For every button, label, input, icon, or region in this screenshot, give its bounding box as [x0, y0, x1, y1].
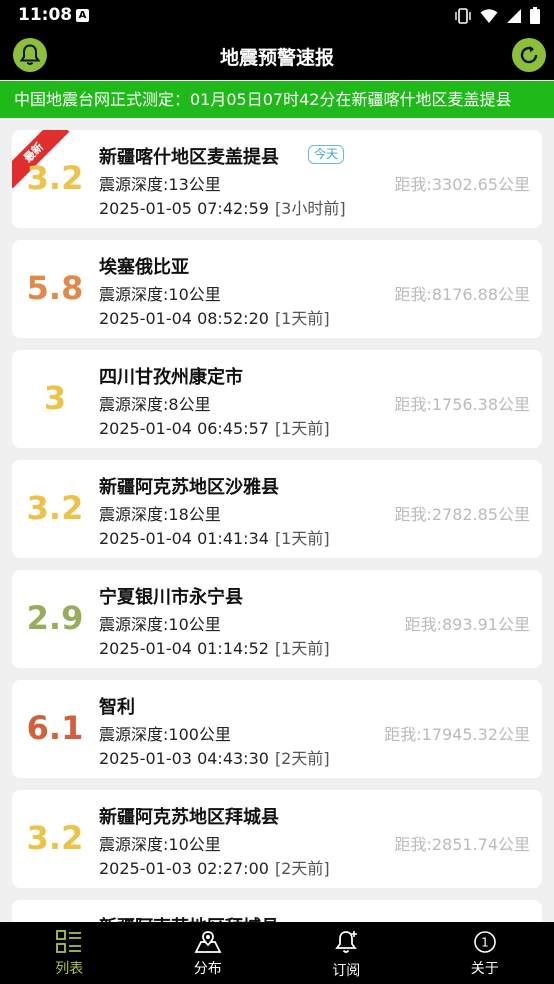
datetime: 2025-01-05 07:42:59	[99, 199, 269, 218]
datetime: 2025-01-04 06:45:57	[99, 419, 269, 438]
event-time: 2025-01-04 08:52:20 [1天前]	[99, 305, 330, 329]
distance: 距我:2851.74公里	[394, 835, 530, 854]
place-name: 宁夏银川市永宁县	[99, 587, 243, 608]
map-icon	[194, 931, 222, 953]
earthquake-card[interactable]: 6.1 智利 震源深度:100公里 2025-01-03 04:43:30 [2天…	[12, 680, 542, 778]
nav-label: 关于	[470, 961, 499, 977]
datetime: 2025-01-04 08:52:20	[99, 309, 269, 328]
battery-icon	[530, 7, 540, 24]
place-name: 新疆阿克苏地区拜城县	[99, 913, 279, 922]
nav-about[interactable]: 1 关于	[416, 922, 554, 984]
magnitude: 2.9	[26, 599, 84, 637]
wifi-icon	[480, 8, 498, 23]
distance: 距我:893.91公里	[404, 615, 530, 634]
relative-time: [1天前]	[274, 309, 330, 328]
earthquake-card[interactable]: 5.8 埃塞俄比亚 震源深度:10公里 2025-01-04 08:52:20 […	[12, 240, 542, 338]
nav-label: 列表	[55, 961, 84, 977]
list-icon	[56, 930, 82, 953]
event-time: 2025-01-03 04:43:30 [2天前]	[99, 745, 330, 769]
nav-list[interactable]: 列表	[0, 922, 139, 984]
relative-time: [1天前]	[274, 529, 330, 548]
depth: 震源深度:10公里	[99, 285, 221, 304]
page-title: 地震预警速报	[219, 47, 334, 69]
place-name: 埃塞俄比亚	[99, 257, 189, 278]
vibrate-icon	[455, 7, 471, 24]
depth: 震源深度:100公里	[99, 725, 231, 744]
earthquake-list[interactable]: 最新 3.2 新疆喀什地区麦盖提县 今天 震源深度:13公里 2025-01-0…	[0, 118, 554, 922]
notification-icon: A	[76, 9, 89, 22]
refresh-icon	[520, 46, 538, 64]
place-name: 新疆喀什地区麦盖提县	[99, 147, 279, 168]
distance: 距我:1756.38公里	[394, 395, 530, 414]
earthquake-card[interactable]: 3 四川甘孜州康定市 震源深度:8公里 2025-01-04 06:45:57 […	[12, 350, 542, 448]
place-name: 智利	[99, 697, 135, 718]
magnitude: 6.1	[26, 709, 84, 747]
relative-time: [2天前]	[274, 859, 330, 878]
relative-time: [1天前]	[274, 639, 330, 658]
depth: 震源深度:10公里	[99, 615, 221, 634]
event-time: 2025-01-04 01:41:34 [1天前]	[99, 525, 330, 549]
place-name: 新疆阿克苏地区沙雅县	[99, 477, 279, 498]
relative-time: [2天前]	[274, 749, 330, 768]
magnitude: 3.2	[26, 819, 84, 857]
distance: 距我:8176.88公里	[394, 285, 530, 304]
magnitude: 3.2	[26, 159, 84, 197]
svg-text:1: 1	[481, 936, 489, 950]
bell-add-icon	[335, 931, 358, 953]
place-name: 四川甘孜州康定市	[99, 367, 243, 388]
today-badge: 今天	[308, 145, 345, 164]
status-icons	[454, 7, 540, 24]
info-icon: 1	[473, 931, 496, 953]
earthquake-card[interactable]: 3.2 新疆阿克苏地区拜城县 震源深度:10公里 2025-01-03 02:2…	[12, 790, 542, 888]
magnitude: 3.2	[26, 489, 84, 527]
datetime: 2025-01-03 02:27:00	[99, 859, 269, 878]
signal-icon	[507, 8, 521, 23]
datetime: 2025-01-04 01:14:52	[99, 639, 269, 658]
distance: 距我:2782.85公里	[394, 505, 530, 524]
earthquake-card[interactable]: 新疆阿克苏地区拜城县	[12, 900, 542, 922]
status-time: 11:08	[18, 5, 73, 25]
nav-subscribe[interactable]: 订阅	[277, 922, 416, 984]
earthquake-card[interactable]: 2.9 宁夏银川市永宁县 震源深度:10公里 2025-01-04 01:14:…	[12, 570, 542, 668]
distance: 距我:17945.32公里	[384, 725, 530, 744]
event-time: 2025-01-04 06:45:57 [1天前]	[99, 415, 330, 439]
earthquake-card[interactable]: 3.2 新疆阿克苏地区沙雅县 震源深度:18公里 2025-01-04 01:4…	[12, 460, 542, 558]
refresh-button[interactable]	[512, 38, 546, 72]
app-bar: 地震预警速报	[0, 32, 554, 80]
depth: 震源深度:8公里	[99, 395, 211, 414]
status-bar: 11:08 A	[0, 0, 554, 32]
earthquake-card[interactable]: 最新 3.2 新疆喀什地区麦盖提县 今天 震源深度:13公里 2025-01-0…	[12, 130, 542, 228]
depth: 震源深度:13公里	[99, 175, 221, 194]
magnitude: 5.8	[26, 269, 84, 307]
news-ticker[interactable]: 中国地震台网正式测定：01月05日07时42分在新疆喀什地区麦盖提县	[0, 81, 554, 118]
datetime: 2025-01-04 01:41:34	[99, 529, 269, 548]
datetime: 2025-01-03 04:43:30	[99, 749, 269, 768]
magnitude: 3	[43, 379, 67, 417]
depth: 震源深度:18公里	[99, 505, 221, 524]
nav-label: 分布	[193, 961, 222, 977]
event-time: 2025-01-04 01:14:52 [1天前]	[99, 635, 330, 659]
nav-label: 订阅	[332, 963, 361, 979]
event-time: 2025-01-05 07:42:59 [3小时前]	[99, 195, 346, 219]
distance: 距我:3302.65公里	[394, 175, 530, 194]
nav-map[interactable]: 分布	[139, 922, 278, 984]
depth: 震源深度:10公里	[99, 835, 221, 854]
bottom-nav: 列表 分布 订阅 1 关于	[0, 922, 554, 984]
place-name: 新疆阿克苏地区拜城县	[99, 807, 279, 828]
relative-time: [3小时前]	[274, 199, 346, 218]
relative-time: [1天前]	[274, 419, 330, 438]
event-time: 2025-01-03 02:27:00 [2天前]	[99, 855, 330, 879]
